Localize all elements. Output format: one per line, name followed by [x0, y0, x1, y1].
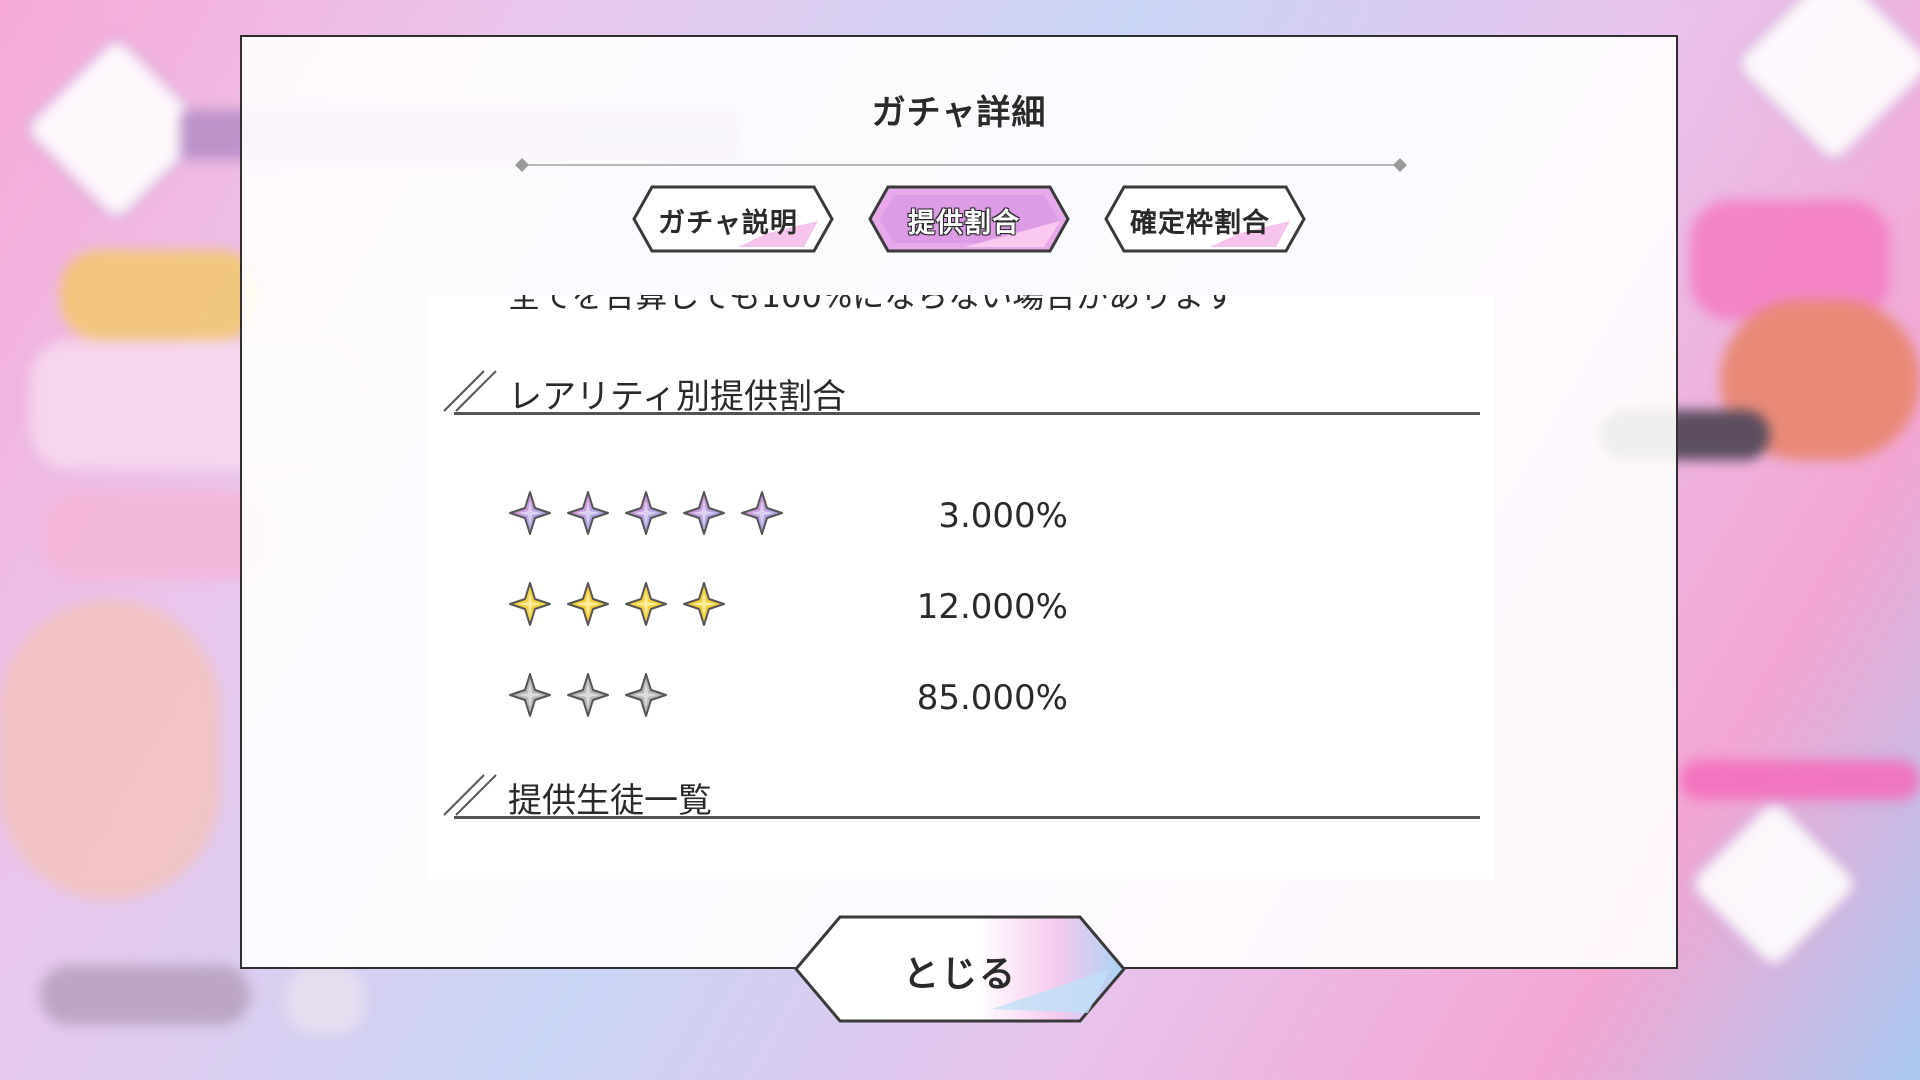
four-point-star-silver-icon	[567, 673, 610, 717]
rarity-row-4-star: 12.000%	[508, 581, 1068, 631]
menu-button-bg	[1729, 0, 1920, 169]
rate-value: 12.000%	[916, 587, 1068, 627]
four-point-star-rainbow-icon	[625, 491, 668, 535]
rate-note-text: 全てを合算しても100%にならない場合があります	[508, 295, 1237, 315]
slash-decoration-icon	[443, 774, 497, 816]
bottom-left-icon-bg	[285, 965, 365, 1035]
section-title: 提供生徒一覧	[508, 781, 712, 821]
four-point-star-rainbow-icon	[567, 491, 610, 535]
tab-label: 提供割合	[908, 208, 1020, 239]
tab-gacha-description[interactable]: ガチャ説明	[618, 181, 838, 257]
tab-label: 確定枠割合	[1130, 208, 1270, 239]
four-point-star-rainbow-icon	[741, 491, 784, 535]
rate-value: 3.000%	[938, 496, 1068, 536]
character-bg-left	[0, 600, 220, 900]
section-underline	[454, 412, 1480, 415]
four-point-star-gold-icon	[509, 582, 551, 626]
title-divider	[515, 158, 1407, 172]
four-point-star-gold-icon	[625, 582, 668, 626]
section-title: レアリティ別提供割合	[508, 377, 846, 417]
rates-content-panel[interactable]: 全てを合算しても100%にならない場合があります レアリティ別提供割合 3.00…	[428, 295, 1494, 879]
student-list-section-header: 提供生徒一覧	[440, 769, 1480, 821]
dialog-title: ガチャ詳細	[871, 93, 1047, 133]
tab-offer-rates[interactable]: 提供割合	[854, 181, 1074, 257]
four-point-star-gold-icon	[683, 582, 726, 626]
rarity-section-header: レアリティ別提供割合	[440, 365, 1480, 417]
star-group	[508, 490, 793, 540]
tab-label: ガチャ説明	[658, 208, 798, 239]
gacha-detail-dialog: ガチャ詳細 ガチャ説明 提供割合 確定枠割合 全てを合算しても100%にならない…	[240, 35, 1678, 969]
rate-value: 85.000%	[916, 678, 1068, 718]
rarity-row-5-star: 3.000%	[508, 490, 1068, 540]
close-button[interactable]: とじる	[792, 913, 1128, 1025]
banner-bg-1	[60, 250, 260, 340]
four-point-star-silver-icon	[509, 673, 551, 717]
close-button-label: とじる	[902, 954, 1017, 995]
rarity-row-3-star: 85.000%	[508, 672, 1068, 722]
banner-bg-3	[40, 490, 270, 580]
four-point-star-gold-icon	[567, 582, 610, 626]
four-point-star-silver-icon	[625, 673, 668, 717]
bottom-left-button-bg	[40, 965, 250, 1025]
section-underline	[454, 816, 1480, 819]
star-group	[508, 672, 677, 722]
four-point-star-rainbow-icon	[509, 491, 551, 535]
tab-guaranteed-rates[interactable]: 確定枠割合	[1090, 181, 1310, 257]
pull-button-bg-right	[1683, 793, 1865, 975]
slash-decoration-icon	[443, 370, 497, 412]
four-point-star-rainbow-icon	[683, 491, 726, 535]
star-group	[508, 581, 735, 631]
pink-ribbon-bg-right	[1680, 760, 1920, 800]
